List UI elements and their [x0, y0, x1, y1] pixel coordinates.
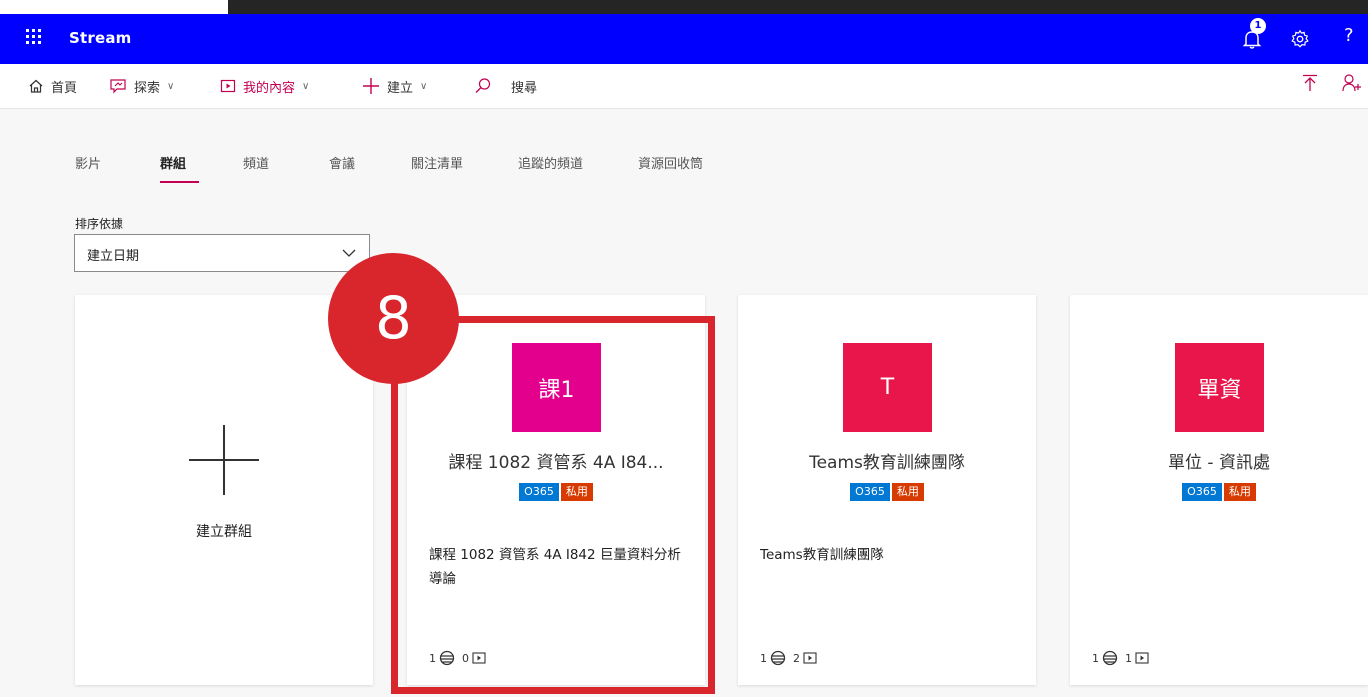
add-person-icon[interactable] — [1342, 74, 1362, 96]
settings-gear-icon[interactable] — [1289, 28, 1311, 50]
video-count: 2 — [793, 651, 800, 665]
video-icon — [803, 652, 817, 664]
create-group-card[interactable]: 建立群組 — [75, 295, 373, 685]
member-count: 1 — [760, 651, 767, 665]
group-badges: O365 私用 — [1070, 483, 1368, 501]
private-badge: 私用 — [891, 483, 924, 501]
top-strip — [0, 0, 1368, 14]
home-icon — [29, 79, 43, 93]
group-avatar: 單資 — [1175, 343, 1264, 432]
tab-channels[interactable]: 頻道 — [243, 153, 269, 172]
tab-groups[interactable]: 群組 — [160, 153, 186, 172]
app-name[interactable]: Stream — [69, 29, 132, 47]
tab-recycle-bin[interactable]: 資源回收筒 — [638, 153, 703, 172]
home-command[interactable]: 首頁 — [28, 64, 77, 108]
search-icon — [475, 78, 491, 93]
home-label: 首頁 — [51, 80, 78, 96]
tab-meetings[interactable]: 會議 — [329, 153, 355, 172]
video-icon — [1135, 652, 1149, 664]
help-button[interactable]: ? — [1344, 25, 1354, 46]
create-chevron-icon: ∨ — [420, 80, 428, 92]
video-count: 1 — [1125, 651, 1132, 665]
step-number-badge: 8 — [328, 253, 459, 384]
group-card[interactable]: 單資 單位 - 資訊處 O365 私用 1 1 — [1070, 295, 1368, 685]
o365-badge: O365 — [1182, 483, 1222, 501]
active-tab-indicator — [160, 181, 199, 183]
create-command[interactable]: 建立 ∨ — [362, 64, 427, 108]
create-group-label: 建立群組 — [196, 524, 252, 540]
plus-icon — [363, 78, 379, 94]
video-icon — [220, 79, 236, 93]
group-title[interactable]: 單位 - 資訊處 — [1090, 448, 1348, 473]
group-stats: 1 2 — [760, 650, 817, 666]
members-icon — [770, 650, 786, 666]
tab-videos[interactable]: 影片 — [75, 153, 101, 172]
search-label: 搜尋 — [511, 80, 538, 96]
top-strip-dark — [228, 0, 1368, 14]
sort-dropdown[interactable]: 建立日期 — [74, 234, 370, 272]
discover-icon — [110, 79, 126, 94]
members-icon — [1102, 650, 1118, 666]
group-card[interactable]: T Teams教育訓練團隊 O365 私用 Teams教育訓練團隊 1 2 — [738, 295, 1036, 685]
search-command[interactable]: 搜尋 — [474, 64, 537, 108]
member-count: 1 — [1092, 651, 1099, 665]
my-content-command[interactable]: 我的內容 ∨ — [220, 64, 309, 108]
o365-badge: O365 — [850, 483, 890, 501]
my-content-chevron-icon: ∨ — [302, 80, 310, 92]
chevron-down-icon — [342, 249, 356, 257]
discover-command[interactable]: 探索 ∨ — [109, 64, 174, 108]
group-title[interactable]: Teams教育訓練團隊 — [758, 448, 1016, 473]
create-label: 建立 — [387, 80, 414, 96]
sort-value: 建立日期 — [87, 249, 140, 264]
app-launcher-icon[interactable] — [26, 29, 44, 47]
discover-chevron-icon: ∨ — [167, 80, 175, 92]
private-badge: 私用 — [1223, 483, 1256, 501]
tab-followed-channels[interactable]: 追蹤的頻道 — [518, 153, 583, 172]
my-content-label: 我的內容 — [243, 80, 296, 96]
tab-watchlist[interactable]: 關注清單 — [411, 153, 463, 172]
group-stats: 1 1 — [1092, 650, 1149, 666]
group-avatar: T — [843, 343, 932, 432]
group-badges: O365 私用 — [738, 483, 1036, 501]
notification-count-badge: 1 — [1250, 18, 1266, 34]
app-bar: Stream 1 ? — [0, 14, 1368, 64]
highlight-frame — [391, 316, 715, 694]
group-description: Teams教育訓練團隊 — [760, 547, 884, 563]
command-bar: 首頁 探索 ∨ 我的內容 ∨ 建立 ∨ 搜尋 — [0, 64, 1368, 109]
discover-label: 探索 — [134, 80, 161, 96]
upload-icon[interactable] — [1302, 74, 1318, 97]
sort-label: 排序依據 — [75, 217, 124, 231]
plus-icon — [189, 425, 259, 495]
